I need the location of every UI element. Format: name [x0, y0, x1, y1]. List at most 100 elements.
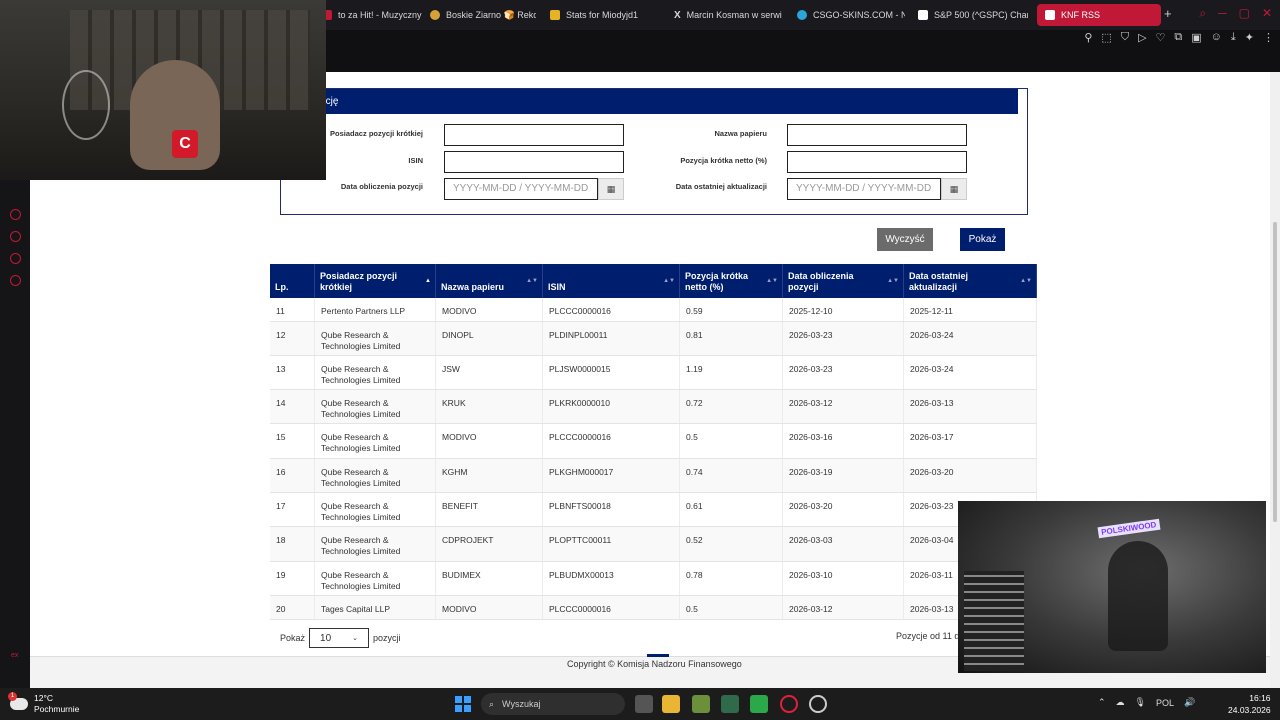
calendar-icon[interactable]: ▦ — [941, 178, 967, 200]
page-size-control: Pokaż 10 ⌄ pozycji — [280, 628, 401, 648]
cell-holder: Qube Research & Technologies Limited — [315, 527, 436, 561]
language-indicator[interactable]: POL — [1156, 698, 1174, 708]
cell-isin: PLJSW0000015 — [543, 356, 680, 389]
minimize-icon[interactable]: ─ — [1218, 6, 1227, 21]
clock[interactable]: 16:16 24.03.2026 — [1228, 692, 1271, 716]
col-header-holder[interactable]: Posiadacz pozycji krótkiej ▲ — [315, 264, 436, 298]
cell-holder: Qube Research & Technologies Limited — [315, 562, 436, 595]
app-icon[interactable] — [721, 695, 739, 713]
isin-input[interactable] — [444, 151, 624, 173]
col-header-paper[interactable]: Nazwa papieru ▲▼ — [436, 264, 543, 298]
cell-isin: PLKGHM000017 — [543, 459, 680, 492]
microphone-icon[interactable]: 🎙 — [1135, 697, 1146, 708]
calendar-icon[interactable]: ▦ — [598, 178, 624, 200]
paper-input[interactable] — [787, 124, 967, 146]
play-icon[interactable]: ▷ — [1138, 31, 1146, 44]
video-overlay: POLSKIWOOD — [958, 501, 1266, 673]
clock-time: 16:16 — [1249, 693, 1271, 703]
app-icon[interactable] — [692, 695, 710, 713]
new-tab-button[interactable]: + — [1164, 6, 1172, 21]
menu-icon[interactable]: ⋮ — [1263, 31, 1274, 44]
show-button[interactable]: Pokaż — [960, 228, 1005, 251]
opera-browser-icon[interactable] — [780, 695, 798, 713]
search-icon: ⌕ — [489, 698, 495, 709]
tab-knf-rss[interactable]: KNF RSS — [1037, 4, 1161, 26]
tab-boskie-ziarno[interactable]: Boskie Ziarno 🍞 Rekord — [430, 4, 536, 26]
task-view-icon[interactable] — [635, 695, 653, 713]
cell-calc-date: 2025-12-10 — [783, 298, 904, 321]
search-icon[interactable]: ⌕ — [1199, 6, 1206, 21]
calc-date-input[interactable]: YYYY-MM-DD / YYYY-MM-DD — [444, 178, 598, 200]
temperature: 12°C — [34, 693, 53, 703]
chevron-down-icon: ⌄ — [352, 635, 359, 642]
cell-holder: Qube Research & Technologies Limited — [315, 356, 436, 389]
tab-sp500[interactable]: S&P 500 (^GSPC) Charts — [918, 4, 1028, 26]
ai-icon[interactable]: ✦ — [1245, 31, 1254, 44]
close-icon[interactable]: ✕ — [1262, 6, 1272, 21]
net-position-label: Pozycja krótka netto (%) — [680, 156, 767, 165]
cell-lp: 12 — [270, 322, 315, 355]
download-icon[interactable]: ⤓ — [1231, 31, 1236, 44]
page-size-select[interactable]: 10 ⌄ — [309, 628, 370, 648]
cell-holder: Tages Capital LLP — [315, 596, 436, 619]
sidebar-extension-icon[interactable] — [10, 253, 21, 264]
table-row: 19 Qube Research & Technologies Limited BU… — [270, 562, 1037, 596]
page-scrollbar[interactable] — [1270, 72, 1280, 688]
app-icon[interactable] — [750, 695, 768, 713]
shield-icon[interactable]: ⛉ — [1121, 31, 1129, 44]
scrollbar-thumb[interactable] — [1273, 222, 1277, 522]
table-row: 20 Tages Capital LLP MODIVO PLCCC0000016 0.5… — [270, 596, 1037, 620]
windows-start-icon[interactable] — [455, 696, 471, 712]
profile-icon[interactable]: ☺ — [1211, 31, 1222, 44]
clear-button[interactable]: Wyczyść — [877, 228, 933, 251]
col-header-label: Posiadacz pozycji krótkiej — [320, 271, 398, 292]
tab-csgo-skins[interactable]: CSGO-SKINS.COM - Naj — [797, 4, 905, 26]
taskbar-search[interactable]: ⌕ Wyszukaj — [481, 693, 625, 715]
sidebar-settings-icon[interactable] — [10, 275, 21, 286]
tab-label: KNF RSS — [1061, 10, 1101, 20]
app-icon[interactable] — [809, 695, 827, 713]
cell-paper: KGHM — [436, 459, 543, 492]
sidebar-app-icon[interactable] — [10, 209, 21, 220]
holder-input[interactable] — [444, 124, 624, 146]
extensions-icon[interactable]: ⧉ — [1174, 31, 1182, 44]
cell-lp: 16 — [270, 459, 315, 492]
tab-x-marcin[interactable]: X Marcin Kosman w serwi — [674, 4, 784, 26]
heart-icon[interactable]: ♡ — [1156, 31, 1166, 44]
col-header-update-date[interactable]: Data ostatniej aktualizacji ▲▼ — [904, 264, 1037, 298]
cell-paper: KRUK — [436, 390, 543, 423]
table-row: 18 Qube Research & Technologies Limited CD… — [270, 527, 1037, 562]
cell-calc-date: 2026-03-03 — [783, 527, 904, 561]
cell-isin: PLOPTTC00011 — [543, 527, 680, 561]
maximize-icon[interactable]: ▢ — [1239, 6, 1250, 21]
wallet-icon[interactable]: ▣ — [1191, 31, 1201, 44]
tab-stats[interactable]: Stats for Miodyjd1 — [550, 4, 660, 26]
weather-condition: Pochmurnie — [34, 704, 80, 714]
cell-paper: DINOPL — [436, 322, 543, 355]
cell-update-date: 2026-03-13 — [904, 390, 1037, 423]
col-header-net[interactable]: Pozycja krótka netto (%) ▲▼ — [680, 264, 783, 298]
tab-muzyczny[interactable]: to za Hit! - Muzyczny — [322, 4, 422, 26]
tab-label: Boskie Ziarno 🍞 Rekord — [446, 9, 536, 20]
update-date-input[interactable]: YYYY-MM-DD / YYYY-MM-DD — [787, 178, 941, 200]
sidebar-history-icon[interactable] — [10, 231, 21, 242]
volume-icon[interactable]: 🔊 — [1184, 697, 1195, 708]
cell-update-date: 2026-03-20 — [904, 459, 1037, 492]
cell-net: 0.61 — [680, 493, 783, 526]
taskbar-search-placeholder: Wyszukaj — [502, 699, 541, 709]
file-explorer-icon[interactable] — [662, 695, 680, 713]
pager-info: Pozycje od 11 d — [896, 631, 960, 641]
col-header-calc-date[interactable]: Data obliczenia pozycji ▲▼ — [783, 264, 904, 298]
chevron-up-icon[interactable]: ⌃ — [1098, 697, 1106, 708]
cloud-sync-icon[interactable]: ☁ — [1116, 697, 1125, 708]
screenshot-icon[interactable]: ⬚ — [1101, 31, 1111, 44]
col-header-lp[interactable]: Lp. — [270, 264, 315, 298]
weather-widget[interactable]: 1 12°C Pochmurnie — [8, 692, 80, 715]
net-position-input[interactable] — [787, 151, 967, 173]
footer-accent — [647, 654, 669, 657]
sort-icon: ▲▼ — [526, 278, 538, 284]
col-header-label: Data obliczenia pozycji — [788, 271, 854, 292]
col-header-isin[interactable]: ISIN ▲▼ — [543, 264, 680, 298]
pin-icon[interactable]: ⚲ — [1084, 31, 1092, 44]
cell-isin: PLCCC0000016 — [543, 596, 680, 619]
